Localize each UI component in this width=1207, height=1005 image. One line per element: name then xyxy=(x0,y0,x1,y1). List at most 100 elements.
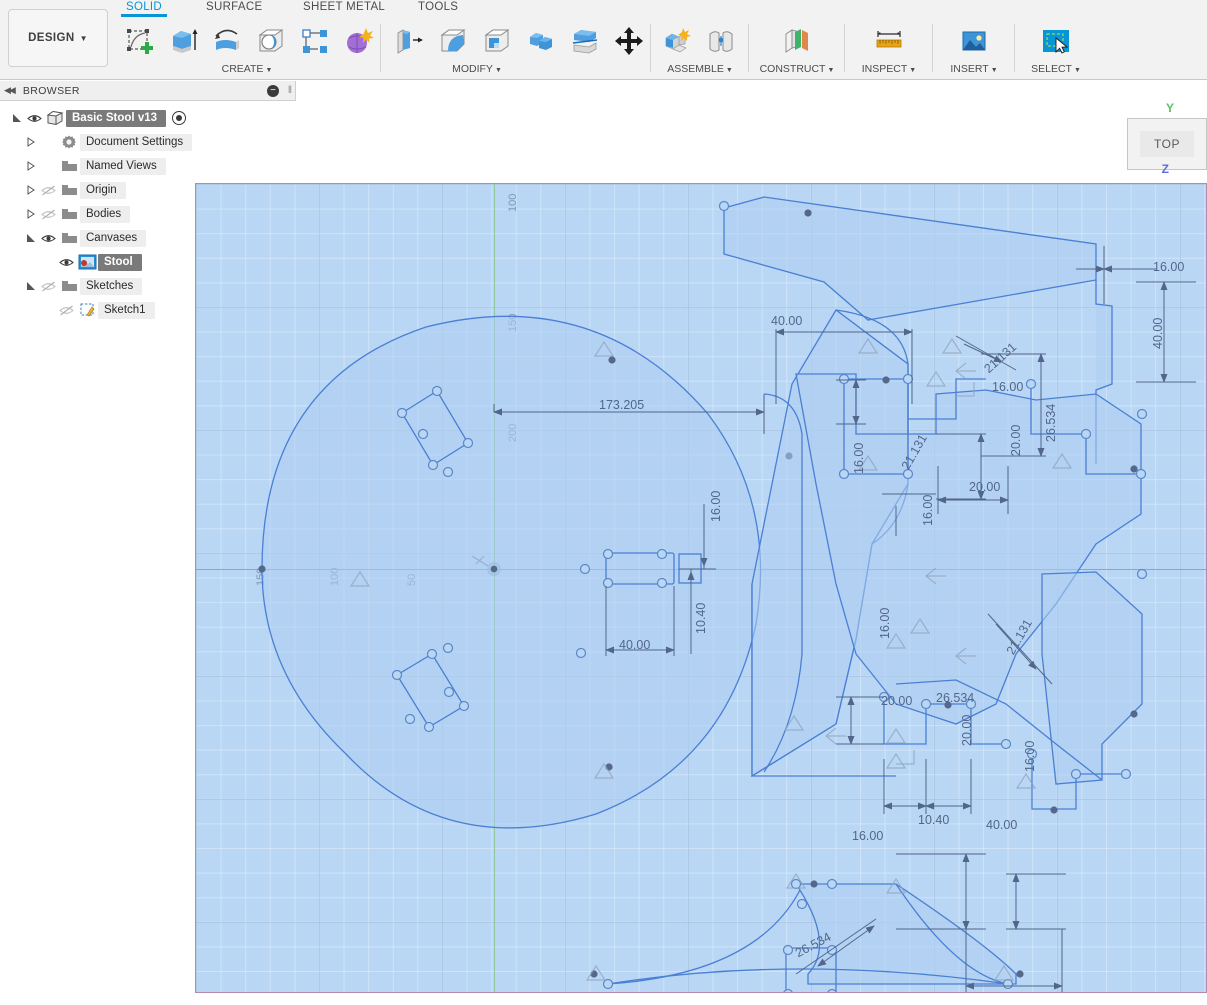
tab-surface[interactable]: SURFACE xyxy=(206,1,262,13)
dimension-d18[interactable]: 20.00 xyxy=(881,692,912,710)
twisty-closed-icon[interactable] xyxy=(24,209,38,219)
revolve-icon[interactable] xyxy=(208,22,246,60)
group-label-construct[interactable]: CONSTRUCT ▼ xyxy=(754,63,840,75)
group-label-modify[interactable]: MODIFY ▼ xyxy=(348,63,606,75)
combine-icon[interactable] xyxy=(522,22,560,60)
toolbar-divider-6 xyxy=(1014,24,1015,72)
gear-icon xyxy=(58,134,80,150)
new-component-icon[interactable] xyxy=(658,22,696,60)
group-label-inspect[interactable]: INSPECT ▼ xyxy=(850,63,928,75)
group-label-select[interactable]: SELECT ▼ xyxy=(1020,63,1092,75)
visibility-eye-icon[interactable] xyxy=(38,233,58,244)
visibility-eye-off-icon[interactable] xyxy=(56,305,76,316)
dimension-d5[interactable]: 16.00 xyxy=(850,443,868,474)
minimize-icon[interactable]: − xyxy=(267,85,279,97)
dimension-d10[interactable]: 20.00 xyxy=(1007,425,1025,456)
sphere-icon[interactable] xyxy=(252,22,290,60)
dimension-d20[interactable]: 20.00 xyxy=(958,715,976,746)
dimension-d19[interactable]: 26.534 xyxy=(936,689,974,707)
tab-sheet-metal[interactable]: SHEET METAL xyxy=(303,1,385,13)
sketch-geometry: .sk { fill:none; stroke:#4a7fd4; stroke-… xyxy=(258,196,1196,992)
toolbar-group-construct: CONSTRUCT ▼ xyxy=(754,20,840,80)
tree-item-basic-stool[interactable]: Basic Stool v13 xyxy=(0,106,296,130)
tree-label: Origin xyxy=(80,181,126,199)
tab-solid[interactable]: SOLID xyxy=(120,1,168,17)
component-icon xyxy=(44,110,66,126)
tree-item-document-settings[interactable]: Document Settings xyxy=(0,130,296,154)
top-toolbar: DESIGN ▼ SOLID SURFACE SHEET METAL TOOLS xyxy=(0,0,1207,80)
toolbar-divider-2 xyxy=(650,24,651,72)
dimension-d1[interactable]: 173.205 xyxy=(599,396,644,414)
twisty-closed-icon[interactable] xyxy=(24,161,38,171)
browser-header: ◀◀ BROWSER − ‖ xyxy=(0,81,296,101)
select-window-icon[interactable] xyxy=(1037,22,1075,60)
dimension-d22[interactable]: 40.00 xyxy=(986,816,1017,834)
dimension-d21[interactable]: 16.00 xyxy=(1021,741,1039,772)
tree-label: Stool xyxy=(98,253,142,271)
axis-label-z: Z xyxy=(1161,162,1169,176)
twisty-closed-icon[interactable] xyxy=(24,137,38,147)
dimension-d13[interactable]: 16.00 xyxy=(707,491,725,522)
press-pull-icon[interactable] xyxy=(390,22,428,60)
twisty-open-icon[interactable] xyxy=(24,233,38,243)
form-icon[interactable] xyxy=(340,22,378,60)
measure-icon[interactable] xyxy=(870,22,908,60)
toolbar-divider-3 xyxy=(748,24,749,72)
tree-item-named-views[interactable]: Named Views xyxy=(0,154,296,178)
visibility-eye-off-icon[interactable] xyxy=(38,281,58,292)
group-label-insert[interactable]: INSERT ▼ xyxy=(938,63,1010,75)
move-copy-icon[interactable] xyxy=(610,22,648,60)
dimension-d8[interactable]: 26.534 xyxy=(1042,404,1060,442)
fillet-icon[interactable] xyxy=(434,22,472,60)
view-cube-top-face[interactable]: TOP xyxy=(1140,131,1194,157)
visibility-eye-icon[interactable] xyxy=(56,257,76,268)
joint-icon[interactable] xyxy=(702,22,740,60)
dimension-d7[interactable]: 16.00 xyxy=(992,378,1023,396)
tree-label: Document Settings xyxy=(80,133,193,151)
group-label-create[interactable]: CREATE ▼ xyxy=(118,63,376,75)
visibility-eye-off-icon[interactable] xyxy=(38,185,58,196)
dimension-d11[interactable]: 16.00 xyxy=(919,495,937,526)
toolbar-group-inspect: INSPECT ▼ xyxy=(850,20,928,80)
toolbar-divider-4 xyxy=(844,24,845,72)
offset-plane-icon[interactable] xyxy=(778,22,816,60)
dimension-d14[interactable]: 10.40 xyxy=(692,603,710,634)
group-label-assemble[interactable]: ASSEMBLE ▼ xyxy=(656,63,744,75)
dimension-d24[interactable]: 16.00 xyxy=(852,827,883,845)
folder-icon xyxy=(58,279,80,293)
chevron-down-icon: ▼ xyxy=(1073,67,1081,74)
dimension-d15[interactable]: 40.00 xyxy=(619,636,650,654)
collapse-panel-icon[interactable]: ◀◀ xyxy=(4,85,16,96)
activate-component-radio[interactable] xyxy=(172,111,187,125)
visibility-eye-icon[interactable] xyxy=(24,113,44,124)
panel-grip-icon[interactable]: ‖ xyxy=(288,85,292,96)
shell-icon[interactable] xyxy=(478,22,516,60)
tree-label: Named Views xyxy=(80,157,166,175)
toolbar-group-create: CREATE ▼ xyxy=(118,20,376,80)
dimension-d9[interactable]: 20.00 xyxy=(969,478,1000,496)
toolbar-group-modify: MODIFY ▼ xyxy=(388,20,646,80)
extrude-icon[interactable] xyxy=(164,22,202,60)
insert-canvas-icon[interactable] xyxy=(955,22,993,60)
create-sketch-icon[interactable] xyxy=(120,22,158,60)
axis-label-y: Y xyxy=(1165,101,1174,115)
tree-label: Canvases xyxy=(80,229,147,247)
dimension-d16[interactable]: 16.00 xyxy=(876,608,894,639)
pattern-icon[interactable] xyxy=(296,22,334,60)
browser-title: BROWSER xyxy=(22,84,80,97)
twisty-open-icon[interactable] xyxy=(10,113,24,123)
chevron-down-icon: ▼ xyxy=(494,67,502,74)
dimension-d3[interactable]: 16.00 xyxy=(1153,258,1184,276)
dimension-d23[interactable]: 10.40 xyxy=(918,811,949,829)
visibility-eye-off-icon[interactable] xyxy=(38,209,58,220)
sketch-canvas[interactable]: 200 150 100 50 150 100 50 .sk { fill:non… xyxy=(195,183,1207,993)
twisty-closed-icon[interactable] xyxy=(24,185,38,195)
design-workspace-button[interactable]: DESIGN ▼ xyxy=(8,9,108,67)
dimension-d2[interactable]: 40.00 xyxy=(771,312,802,330)
tab-tools[interactable]: TOOLS xyxy=(418,1,458,13)
chevron-down-icon: ▼ xyxy=(79,33,88,43)
dimension-d4[interactable]: 40.00 xyxy=(1149,318,1167,349)
toolbar-group-insert: INSERT ▼ xyxy=(938,20,1010,80)
split-face-icon[interactable] xyxy=(566,22,604,60)
twisty-open-icon[interactable] xyxy=(24,281,38,291)
